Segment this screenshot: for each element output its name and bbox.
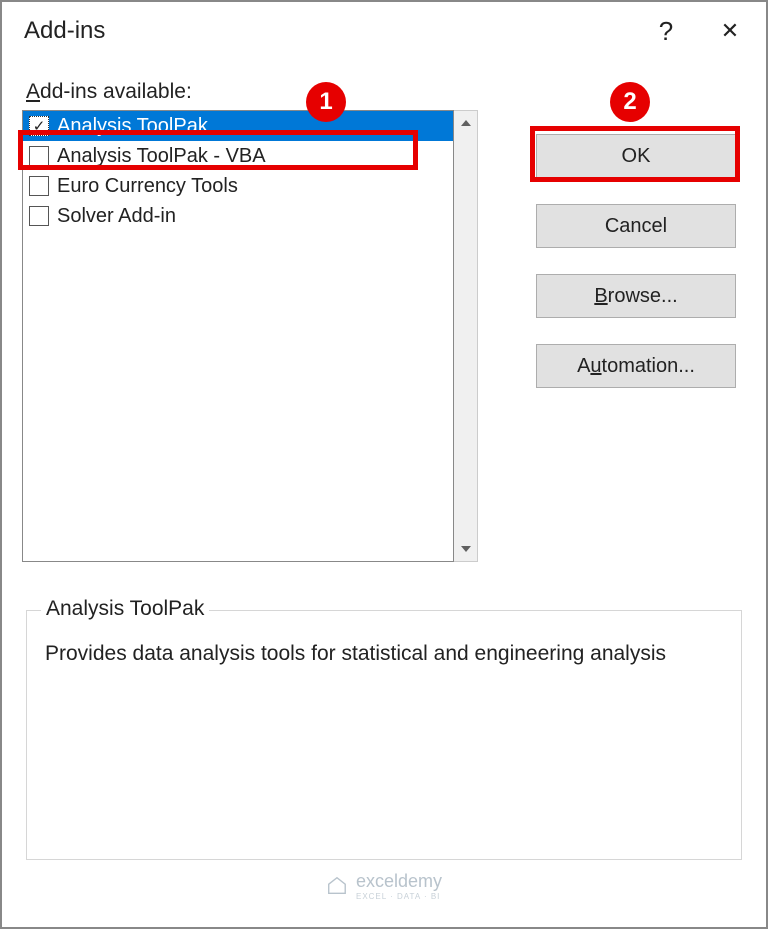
list-item[interactable]: ✓ Analysis ToolPak: [23, 111, 453, 141]
dialog-title: Add-ins: [24, 17, 634, 45]
callout-1: 1: [306, 82, 346, 122]
checkbox[interactable]: [29, 146, 49, 166]
list-item-label: Euro Currency Tools: [57, 175, 238, 198]
scroll-up-icon[interactable]: [454, 111, 477, 135]
help-button[interactable]: ?: [634, 2, 698, 60]
scroll-down-icon[interactable]: [454, 537, 477, 561]
scrollbar[interactable]: [454, 110, 478, 562]
ok-button[interactable]: OK: [536, 134, 736, 178]
scrollbar-track[interactable]: [454, 135, 477, 537]
watermark-sub: EXCEL · DATA · BI: [356, 892, 442, 901]
close-button[interactable]: ✕: [698, 2, 762, 60]
list-item[interactable]: Solver Add-in: [23, 201, 453, 231]
description-title: Analysis ToolPak: [41, 597, 209, 621]
list-item[interactable]: Euro Currency Tools: [23, 171, 453, 201]
close-icon: ✕: [721, 18, 739, 44]
list-item-label: Analysis ToolPak - VBA: [57, 145, 266, 168]
list-item-label: Solver Add-in: [57, 205, 176, 228]
description-body: Provides data analysis tools for statist…: [45, 639, 723, 669]
watermark-name: exceldemy: [356, 871, 442, 892]
automation-button[interactable]: Automation...: [536, 344, 736, 388]
titlebar: Add-ins ? ✕: [2, 2, 766, 60]
dialog-buttons: OK Cancel Browse... Automation...: [536, 134, 736, 388]
addins-list-wrap: ✓ Analysis ToolPak Analysis ToolPak - VBA E…: [22, 110, 478, 562]
checkbox[interactable]: ✓: [29, 116, 49, 136]
checkbox[interactable]: [29, 206, 49, 226]
cancel-button[interactable]: Cancel: [536, 204, 736, 248]
list-item-label: Analysis ToolPak: [57, 115, 208, 138]
checkbox[interactable]: [29, 176, 49, 196]
browse-button[interactable]: Browse...: [536, 274, 736, 318]
description-frame: Analysis ToolPak Provides data analysis …: [26, 610, 742, 860]
addins-listbox[interactable]: ✓ Analysis ToolPak Analysis ToolPak - VBA E…: [22, 110, 454, 562]
help-icon: ?: [659, 16, 673, 47]
list-item[interactable]: Analysis ToolPak - VBA: [23, 141, 453, 171]
watermark: exceldemy EXCEL · DATA · BI: [326, 871, 442, 901]
callout-2: 2: [610, 82, 650, 122]
watermark-icon: [326, 875, 348, 897]
